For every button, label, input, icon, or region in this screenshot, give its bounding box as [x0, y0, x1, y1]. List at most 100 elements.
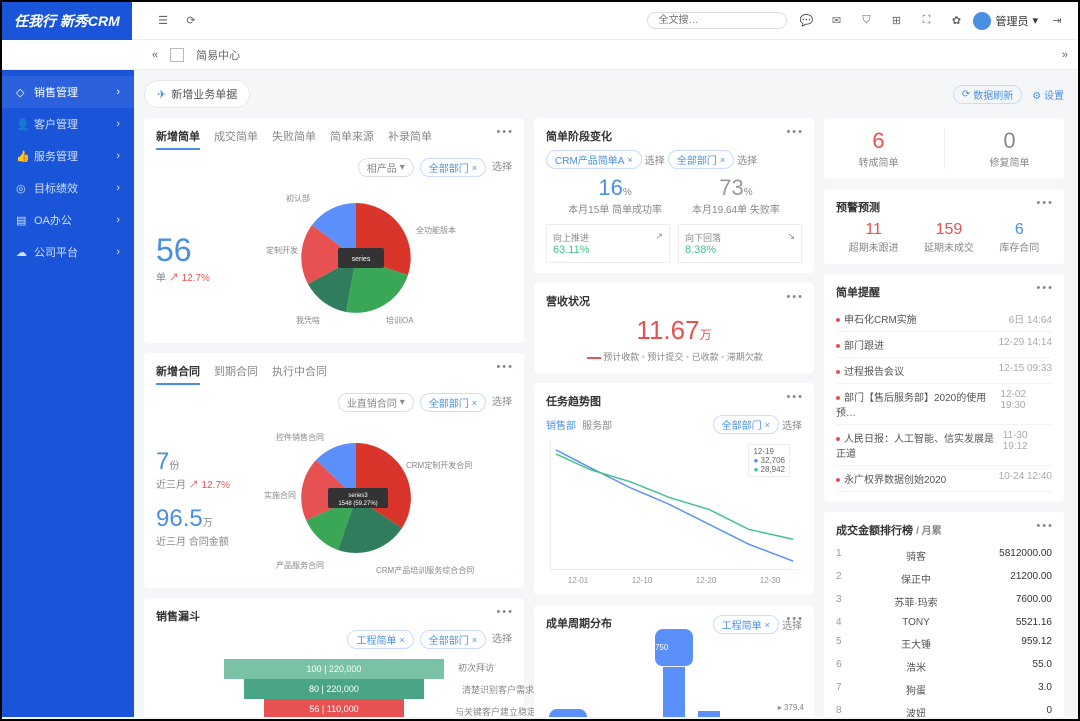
brand-logo: 任我行 新秀CRM	[2, 2, 132, 40]
tab-contract-run[interactable]: 执行中合同	[272, 363, 327, 385]
search-input[interactable]	[647, 12, 787, 29]
svg-text:初认部: 初认部	[286, 193, 310, 203]
line-chart: 12-19 ● 32,706 ● 28,942	[550, 440, 798, 570]
orders-count: 56	[156, 232, 256, 269]
list-item[interactable]: 部门跟进12-29 14:14	[836, 332, 1052, 358]
more-icon[interactable]: •••	[1036, 197, 1054, 209]
gear-icon[interactable]: ✿	[947, 12, 965, 30]
svg-text:我凭啥: 我凭啥	[296, 315, 320, 325]
card-title: 简单提醒	[836, 284, 1052, 300]
card-title: 简单阶段变化	[546, 128, 802, 144]
list-item[interactable]: 人民日报：人工智能、信实发展是正道11-30 19:12	[836, 425, 1052, 466]
filter-contract-dept[interactable]: 全部部门 ×	[420, 393, 486, 412]
more-icon[interactable]: •••	[1036, 520, 1054, 532]
tab-fail[interactable]: 失败简单	[272, 128, 316, 150]
table-row: 5王大锤959.12	[836, 632, 1052, 655]
filter-contract-type[interactable]: 业直销合同 ▾	[338, 393, 414, 412]
user-name: 管理员	[995, 13, 1028, 29]
home-icon[interactable]	[170, 48, 184, 62]
target-icon: ◎	[16, 182, 28, 194]
more-icon[interactable]: •••	[496, 361, 514, 373]
card-revenue: ••• 营收状况 11.67万 预计收款 • 预计提交 • 已收款 • 滞期欠款	[534, 283, 814, 373]
tab-deal[interactable]: 成交简单	[214, 128, 258, 150]
card-reminders: ••• 简单提醒 申石化CRM实施6日 14:64部门跟进12-29 14:14…	[824, 274, 1064, 502]
table-row: 3苏菲·玛索7600.00	[836, 590, 1052, 613]
cloud-icon: ☁	[16, 246, 28, 258]
list-item[interactable]: 申石化CRM实施6日 14:64	[836, 306, 1052, 332]
list-item[interactable]: 过程报告会议12-15 09:33	[836, 358, 1052, 384]
list-item[interactable]: 永广权界数据创始202010-24 12:40	[836, 466, 1052, 492]
more-icon[interactable]: •••	[1036, 282, 1054, 294]
filter-funnel-dept[interactable]: 全部部门 ×	[420, 630, 486, 649]
user-icon: 👤	[16, 118, 28, 130]
tab-new[interactable]: 新增简单	[156, 128, 200, 150]
card-title: 成交金额排行榜	[836, 525, 913, 537]
svg-text:控件销售合同: 控件销售合同	[276, 432, 324, 442]
chip-type[interactable]: 工程简单 ×	[713, 615, 779, 634]
filter-product[interactable]: 相产品 ▾	[358, 158, 414, 177]
more-icon[interactable]: •••	[786, 613, 804, 625]
svg-text:培训OA: 培训OA	[386, 315, 414, 325]
tab-contract-due[interactable]: 到期合同	[214, 363, 258, 385]
card-title: 任务趋势图	[546, 393, 802, 409]
tag-icon: ◇	[16, 86, 28, 98]
tab-contract-new[interactable]: 新增合同	[156, 363, 200, 385]
sidebar-item-sales[interactable]: ◇销售管理›	[2, 76, 134, 108]
card-new-orders: ••• 新增简单 成交简单 失败简单 简单来源 补录简单 相产品 ▾ 全部部门 …	[144, 118, 524, 343]
sidebar-item-service[interactable]: 👍服务管理›	[2, 140, 134, 172]
filter-select[interactable]: 选择	[492, 158, 512, 177]
chevron-down-icon: ▾	[1032, 14, 1038, 27]
settings-button[interactable]: ⚙ 设置	[1032, 87, 1064, 102]
filter-select[interactable]: 选择	[492, 393, 512, 412]
card-alerts: ••• 预警预测 11超期未跟进 159延期未成交 6库存合同	[824, 189, 1064, 264]
bar-chart: 200 750 ▸ 379.4	[546, 637, 802, 717]
filter-funnel-type[interactable]: 工程简单 ×	[347, 630, 413, 649]
table-row: 4TONY5521.16	[836, 613, 1052, 632]
chip-dept[interactable]: 全部部门 ×	[713, 415, 779, 434]
tab-add[interactable]: 补录简单	[388, 128, 432, 150]
new-order-button[interactable]: ✈新增业务单据	[144, 80, 250, 108]
chip-dept[interactable]: 全部部门 ×	[668, 150, 734, 169]
refresh-icon[interactable]: ⟳	[182, 12, 200, 30]
more-icon[interactable]: •••	[786, 391, 804, 403]
sidebar-item-target[interactable]: ◎目标绩效›	[2, 172, 134, 204]
data-refresh-button[interactable]: ⟳ 数据刷新	[953, 85, 1022, 104]
menu-icon[interactable]: ☰	[154, 12, 172, 30]
grid-icon[interactable]: ⊞	[887, 12, 905, 30]
rocket-icon: ✈	[157, 88, 166, 101]
logout-icon[interactable]: ⇥	[1048, 12, 1066, 30]
filter-select[interactable]: 选择	[492, 630, 512, 649]
forward-icon[interactable]: »	[1062, 49, 1068, 61]
funnel-chart: 100 | 220,000 80 | 220,000 56 | 110,000 …	[204, 659, 464, 717]
more-icon[interactable]: •••	[786, 291, 804, 303]
expand-icon[interactable]: ⛶	[917, 12, 935, 30]
table-row: 7狗蛋3.0	[836, 678, 1052, 701]
more-icon[interactable]: •••	[786, 126, 804, 138]
svg-text:定制开发: 定制开发	[266, 245, 298, 255]
card-stage: ••• 简单阶段变化 CRM产品简单A × 选择 全部部门 × 选择 16%本月…	[534, 118, 814, 273]
breadcrumb[interactable]: 简易中心	[196, 47, 240, 63]
chat-icon[interactable]: 💬	[797, 12, 815, 30]
list-item[interactable]: 部门【售后服务部】2020的使用预…12-02 19:30	[836, 384, 1052, 425]
svg-text:series: series	[352, 256, 371, 263]
more-icon[interactable]: •••	[496, 126, 514, 138]
back-icon[interactable]: «	[152, 49, 158, 61]
mail-icon[interactable]: ✉	[827, 12, 845, 30]
more-icon[interactable]: •••	[496, 606, 514, 618]
doc-icon: ▤	[16, 214, 28, 226]
tab-source[interactable]: 简单来源	[330, 128, 374, 150]
card-funnel: ••• 销售漏斗 工程简单 × 全部部门 × 选择 100 | 220,000 …	[144, 598, 524, 717]
user-menu[interactable]: 管理员 ▾	[973, 12, 1038, 30]
filter-dept[interactable]: 全部部门 ×	[420, 158, 486, 177]
table-row: 1骑客5812000.00	[836, 544, 1052, 567]
sidebar-item-customer[interactable]: 👤客户管理›	[2, 108, 134, 140]
card-title: 营收状况	[546, 293, 802, 309]
chip-product[interactable]: CRM产品简单A ×	[546, 150, 642, 169]
shield-icon[interactable]: ⛉	[857, 12, 875, 30]
svg-text:全功能版本: 全功能版本	[416, 225, 456, 235]
sidebar-item-company[interactable]: ☁公司平台›	[2, 236, 134, 268]
card-title: 预警预测	[836, 199, 1052, 215]
sidebar-item-oa[interactable]: ▤OA办公›	[2, 204, 134, 236]
breadcrumb-bar: « 简易中心 »	[2, 40, 1078, 70]
svg-text:实施合同: 实施合同	[264, 490, 296, 500]
